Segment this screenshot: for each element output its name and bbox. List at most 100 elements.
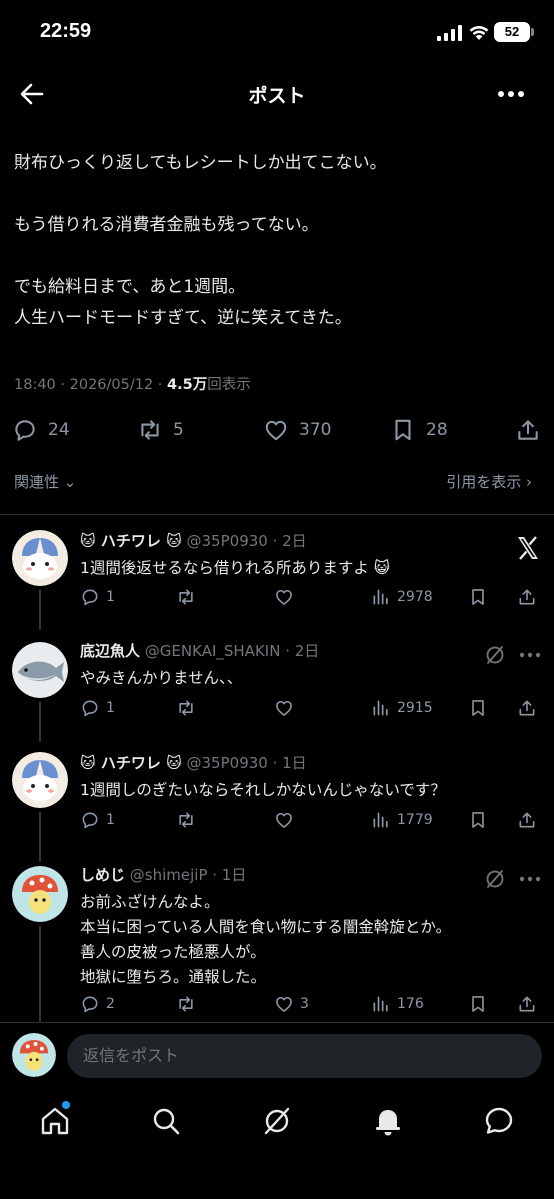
reply-icon <box>82 996 98 1013</box>
share-button[interactable] <box>515 410 541 450</box>
reply-author-name[interactable]: 🐱 ハチワレ 🐱 <box>80 532 182 550</box>
reply-repost-button[interactable] <box>176 584 196 610</box>
repost-icon <box>179 996 193 1012</box>
bookmark-icon <box>472 812 484 828</box>
reply-header: しめじ @shimejiP · 1日 <box>80 864 246 885</box>
cellular-signal-icon <box>437 25 462 41</box>
reply-header: 🐱 ハチワレ 🐱 @35P0930 · 1日 <box>80 752 307 773</box>
like-button[interactable]: 370 <box>263 410 331 450</box>
reply-share-button[interactable] <box>517 695 537 721</box>
reply-text: 1週間後返せるなら借りれる所ありますよ 😺 <box>80 559 390 577</box>
avatar[interactable] <box>12 642 68 698</box>
reply-bookmark-button[interactable] <box>468 991 488 1017</box>
view-quotes-link[interactable]: 引用を表示 › <box>446 471 532 492</box>
home-icon[interactable] <box>38 1104 72 1138</box>
reply-bookmark-button[interactable] <box>468 584 488 610</box>
reply-handle: @35P0930 · 1日 <box>186 754 307 772</box>
reply-item[interactable]: 🐱 ハチワレ 🐱 @35P0930 · 2日 1週間後返せるなら借りれる所ありま… <box>0 530 554 630</box>
bookmark-icon <box>472 700 484 716</box>
reply-views[interactable]: 176 <box>371 991 424 1017</box>
reply-reply-button[interactable]: 1 <box>80 695 115 721</box>
reply-views[interactable]: 2915 <box>371 695 433 721</box>
reply-item[interactable]: 🐱 ハチワレ 🐱 @35P0930 · 1日 1週間しのぎたいならそれしかないん… <box>0 752 554 862</box>
reply-reply-button[interactable]: 2 <box>80 991 115 1017</box>
reply-like-button[interactable] <box>274 807 300 833</box>
battery-tip <box>531 28 534 36</box>
reply-like-button[interactable]: 3 <box>274 991 309 1017</box>
reply-input[interactable]: 返信をポスト <box>67 1034 542 1078</box>
reply-repost-button[interactable] <box>176 695 196 721</box>
reply-text: 1週間しのぎたいならそれしかないんじゃないです？ <box>80 781 446 799</box>
fish-avatar-icon <box>12 642 68 698</box>
share-icon <box>519 812 535 828</box>
like-icon <box>276 996 292 1012</box>
reply-sort-row: 関連性 ⌄ 引用を表示 › <box>0 468 554 496</box>
reply-reply-count: 1 <box>106 700 115 716</box>
status-time: 22:59 <box>40 20 92 42</box>
more-icon[interactable] <box>519 652 541 658</box>
home-notification-dot <box>62 1101 70 1109</box>
reply-reply-count: 2 <box>106 996 115 1012</box>
reply-like-button[interactable] <box>274 584 300 610</box>
views-icon <box>373 700 388 716</box>
reply-actions: 1 2915 <box>0 695 554 721</box>
grok-icon[interactable] <box>260 1104 294 1138</box>
reply-text: やみきんかりません、、 <box>80 669 243 687</box>
reply-share-button[interactable] <box>517 807 537 833</box>
share-icon <box>519 700 535 716</box>
reply-views[interactable]: 2978 <box>371 584 433 610</box>
reply-handle: @GENKAI_SHAKIN · 2日 <box>144 642 320 660</box>
reply-repost-button[interactable] <box>176 991 196 1017</box>
avatar[interactable] <box>12 752 68 808</box>
bookmark-button[interactable]: 28 <box>390 410 448 450</box>
reply-icon <box>82 589 98 606</box>
page-title: ポスト <box>248 85 306 107</box>
top-bar: ポスト <box>0 62 554 126</box>
reply-item[interactable]: 底辺魚人 @GENKAI_SHAKIN · 2日 やみきんかりません、、 1 2… <box>0 640 554 742</box>
reply-views[interactable]: 1779 <box>371 807 433 833</box>
repost-button[interactable]: 5 <box>137 410 184 450</box>
reply-repost-button[interactable] <box>176 807 196 833</box>
post-view-label: 回表示 <box>207 377 251 393</box>
share-icon <box>519 996 535 1012</box>
avatar[interactable] <box>12 530 68 586</box>
like-icon <box>276 589 292 605</box>
repost-icon <box>179 700 193 716</box>
reply-bookmark-button[interactable] <box>468 695 488 721</box>
grok-icon[interactable] <box>484 644 506 666</box>
reply-share-button[interactable] <box>517 584 537 610</box>
repost-icon <box>141 420 159 440</box>
reply-reply-button[interactable]: 1 <box>80 584 115 610</box>
reply-author-name[interactable]: 🐱 ハチワレ 🐱 <box>80 754 182 772</box>
reply-icon <box>82 700 98 717</box>
reply-share-button[interactable] <box>517 991 537 1017</box>
bookmark-icon <box>472 996 484 1012</box>
tab-bar <box>0 1090 554 1152</box>
more-icon[interactable] <box>519 876 541 882</box>
like-icon <box>276 812 292 828</box>
reply-author-name[interactable]: しめじ <box>80 866 125 884</box>
grok-icon[interactable] <box>484 868 506 890</box>
messages-icon[interactable] <box>482 1104 516 1138</box>
reply-button[interactable]: 24 <box>12 410 70 450</box>
reply-bookmark-button[interactable] <box>468 807 488 833</box>
reply-view-count: 176 <box>397 996 424 1012</box>
chevron-down-icon: ⌄ <box>63 473 77 491</box>
bookmark-count: 28 <box>426 420 448 440</box>
wifi-icon <box>469 25 489 40</box>
view-quotes-label: 引用を表示 <box>446 473 522 491</box>
sort-dropdown[interactable]: 関連性 ⌄ <box>14 471 76 492</box>
avatar[interactable] <box>12 1033 56 1077</box>
notifications-icon[interactable] <box>371 1104 405 1138</box>
reply-icon <box>15 420 35 441</box>
reply-item[interactable]: しめじ @shimejiP · 1日 お前ふざけんなよ。 本当に困っている人間を… <box>0 864 554 1022</box>
reply-actions: 2 3 176 <box>0 991 554 1017</box>
reply-author-name[interactable]: 底辺魚人 <box>80 642 140 660</box>
reply-handle: @shimejiP · 1日 <box>129 866 247 884</box>
avatar[interactable] <box>12 866 68 922</box>
bookmark-icon <box>395 419 411 441</box>
more-icon[interactable] <box>496 82 526 106</box>
reply-reply-button[interactable]: 1 <box>80 807 115 833</box>
reply-like-button[interactable] <box>274 695 300 721</box>
search-icon[interactable] <box>149 1104 183 1138</box>
